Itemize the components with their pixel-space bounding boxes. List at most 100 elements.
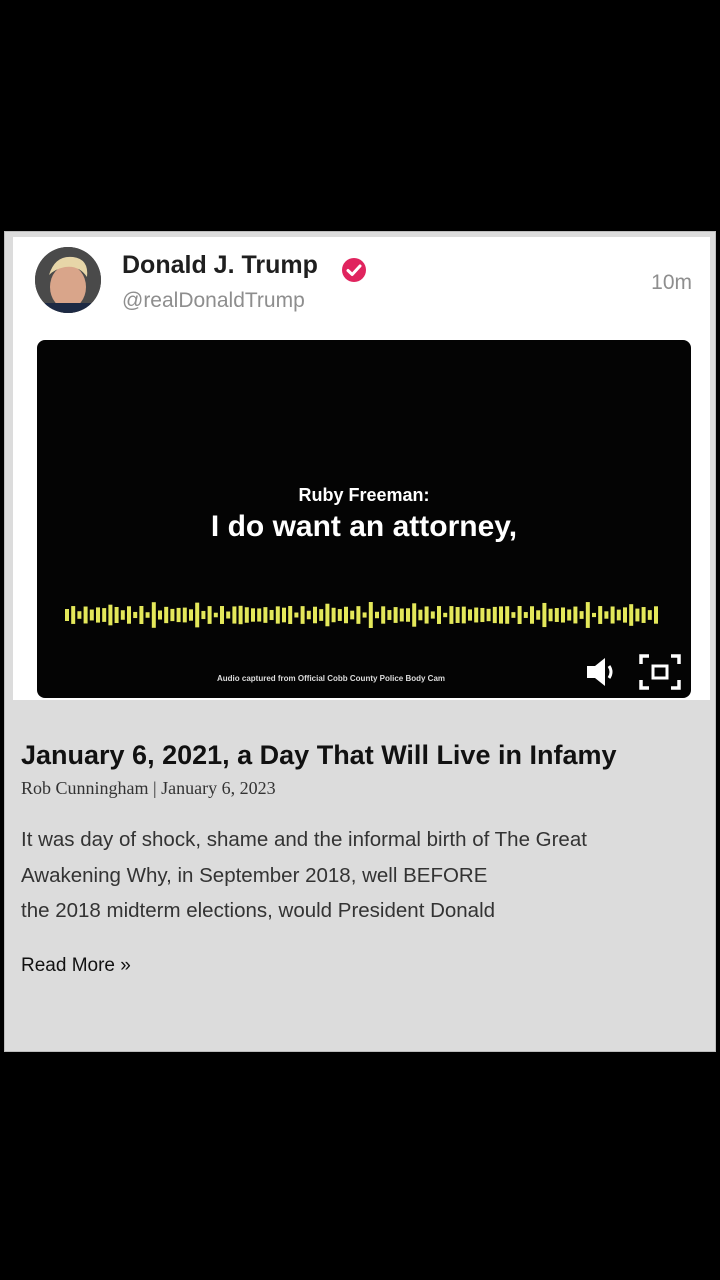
waveform-bar bbox=[232, 606, 237, 624]
waveform-bar bbox=[83, 606, 88, 624]
fullscreen-icon[interactable] bbox=[637, 652, 683, 692]
waveform-bar bbox=[238, 605, 243, 625]
waveform-bar bbox=[598, 606, 603, 624]
waveform-bar bbox=[449, 606, 454, 624]
audio-waveform bbox=[65, 602, 658, 628]
waveform-bar bbox=[65, 609, 69, 621]
article-byline: Rob Cunningham | January 6, 2023 bbox=[21, 778, 276, 798]
waveform-bar bbox=[189, 609, 193, 621]
waveform-bar bbox=[474, 607, 479, 623]
waveform-bar bbox=[145, 612, 150, 618]
waveform-bar bbox=[517, 606, 522, 624]
waveform-bar bbox=[437, 606, 441, 624]
waveform-bar bbox=[499, 606, 503, 624]
waveform-bar bbox=[530, 606, 534, 624]
waveform-bar bbox=[554, 608, 559, 622]
waveform-bar bbox=[77, 611, 82, 619]
waveform-bar bbox=[313, 606, 317, 624]
waveform-bar bbox=[604, 611, 609, 619]
waveform-bar bbox=[548, 608, 553, 622]
embedded-post[interactable]: Donald J. Trump @realDonaldTrump 10m Rub… bbox=[13, 237, 710, 700]
waveform-bar bbox=[127, 606, 131, 624]
waveform-bar bbox=[275, 606, 280, 624]
waveform-bar bbox=[610, 606, 615, 624]
waveform-bar bbox=[592, 612, 596, 618]
waveform-bar bbox=[629, 604, 634, 626]
excerpt-line: It was day of shock, shame and the infor… bbox=[21, 828, 587, 851]
waveform-bar bbox=[226, 611, 231, 619]
post-timestamp: 10m bbox=[651, 271, 692, 294]
article-card: Donald J. Trump @realDonaldTrump 10m Rub… bbox=[4, 231, 716, 1052]
speaker-label: Ruby Freeman: bbox=[298, 485, 430, 505]
waveform-bar bbox=[387, 610, 392, 620]
waveform-bar bbox=[244, 607, 249, 623]
waveform-bar bbox=[282, 607, 286, 623]
waveform-bar bbox=[654, 606, 658, 624]
waveform-bar bbox=[579, 611, 584, 619]
article-excerpt: It was day of shock, shame and the infor… bbox=[21, 822, 701, 929]
waveform-bar bbox=[623, 607, 627, 623]
article-title[interactable]: January 6, 2021, a Day That Will Live in… bbox=[21, 740, 617, 771]
waveform-bar bbox=[505, 606, 510, 624]
waveform-bar bbox=[269, 609, 274, 621]
waveform-bar bbox=[133, 611, 138, 619]
waveform-bar bbox=[176, 607, 181, 623]
waveform-bar bbox=[635, 608, 640, 622]
waveform-bar bbox=[331, 607, 336, 623]
waveform-bar bbox=[585, 602, 590, 628]
waveform-bar bbox=[263, 607, 268, 623]
waveform-bar bbox=[158, 610, 162, 620]
waveform-bar bbox=[375, 611, 379, 619]
waveform-bar bbox=[418, 609, 423, 621]
excerpt-line: the 2018 midterm elections, would Presid… bbox=[21, 899, 496, 922]
waveform-bar bbox=[412, 603, 417, 627]
waveform-bar bbox=[220, 606, 224, 624]
waveform-bar bbox=[71, 606, 76, 624]
waveform-bar bbox=[362, 612, 367, 618]
waveform-bar bbox=[337, 609, 342, 621]
waveform-bar bbox=[486, 608, 491, 622]
waveform-bar bbox=[461, 606, 466, 624]
waveform-bar bbox=[108, 604, 113, 626]
waveform-bar bbox=[480, 607, 485, 623]
waveform-bar bbox=[319, 609, 324, 621]
waveform-bar bbox=[542, 602, 547, 628]
waveform-bar bbox=[151, 602, 156, 628]
waveform-bar bbox=[120, 610, 125, 620]
waveform-bar bbox=[647, 610, 652, 620]
waveform-bar bbox=[96, 607, 100, 623]
avatar[interactable] bbox=[35, 247, 101, 313]
waveform-bar bbox=[573, 606, 578, 624]
waveform-bar bbox=[325, 603, 330, 627]
volume-icon[interactable] bbox=[583, 654, 623, 690]
author-handle[interactable]: @realDonaldTrump bbox=[122, 289, 305, 313]
video-caption: I do want an attorney, bbox=[210, 510, 518, 543]
waveform-bar bbox=[616, 609, 621, 621]
read-more-link[interactable]: Read More » bbox=[21, 955, 131, 977]
waveform-bar bbox=[350, 610, 355, 620]
waveform-bar bbox=[368, 602, 373, 628]
waveform-bar bbox=[306, 610, 311, 620]
author-name[interactable]: Donald J. Trump bbox=[122, 251, 318, 280]
waveform-bar bbox=[523, 612, 528, 618]
waveform-bar bbox=[381, 606, 386, 624]
waveform-bar bbox=[300, 606, 305, 624]
waveform-bar bbox=[201, 610, 206, 620]
waveform-bar bbox=[567, 609, 572, 621]
video-player[interactable]: Ruby Freeman: I do want an attorney, Aud… bbox=[37, 340, 691, 698]
waveform-bar bbox=[430, 611, 435, 619]
waveform-bar bbox=[170, 608, 175, 622]
waveform-bar bbox=[641, 607, 646, 623]
waveform-bar bbox=[536, 610, 541, 620]
waveform-bar bbox=[443, 612, 448, 618]
waveform-bar bbox=[294, 612, 299, 618]
waveform-bar bbox=[139, 606, 144, 624]
verified-badge-icon bbox=[342, 258, 366, 282]
waveform-bar bbox=[182, 607, 187, 623]
waveform-bar bbox=[406, 608, 410, 622]
waveform-bar bbox=[257, 608, 262, 622]
waveform-bar bbox=[164, 606, 169, 624]
waveform-bar bbox=[344, 606, 348, 624]
waveform-bar bbox=[114, 606, 119, 624]
waveform-bar bbox=[492, 606, 497, 624]
